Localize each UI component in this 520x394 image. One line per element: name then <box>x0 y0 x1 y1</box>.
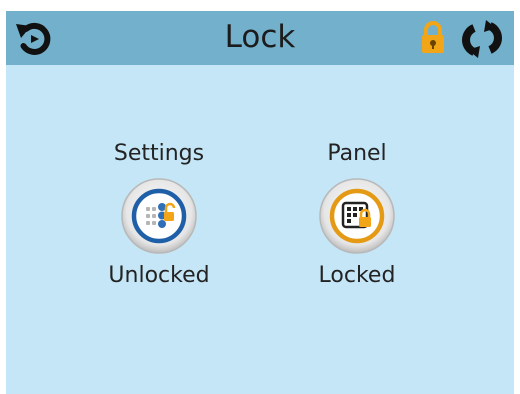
refresh-button[interactable] <box>454 20 510 58</box>
back-button[interactable] <box>14 20 52 56</box>
lock-status-indicator <box>421 20 445 54</box>
header-bar: Lock <box>6 11 514 65</box>
panel-locked-icon <box>319 178 395 254</box>
refresh-icon <box>462 20 502 58</box>
settings-label: Settings <box>113 141 205 166</box>
back-arrow-icon <box>16 22 51 55</box>
settings-status: Unlocked <box>108 263 210 288</box>
panel-lock-item: Panel Locked <box>282 139 432 291</box>
settings-unlocked-icon <box>121 178 197 254</box>
settings-lock-item: Settings Unlocked <box>84 139 234 291</box>
panel-status: Locked <box>318 263 396 288</box>
panel-label: Panel <box>327 141 387 166</box>
panel-lock-button[interactable] <box>318 177 396 255</box>
settings-lock-button[interactable] <box>120 177 198 255</box>
padlock-locked-icon <box>422 21 444 53</box>
lock-screen: Lock Settings Unlocked Panel Locked <box>6 11 514 394</box>
